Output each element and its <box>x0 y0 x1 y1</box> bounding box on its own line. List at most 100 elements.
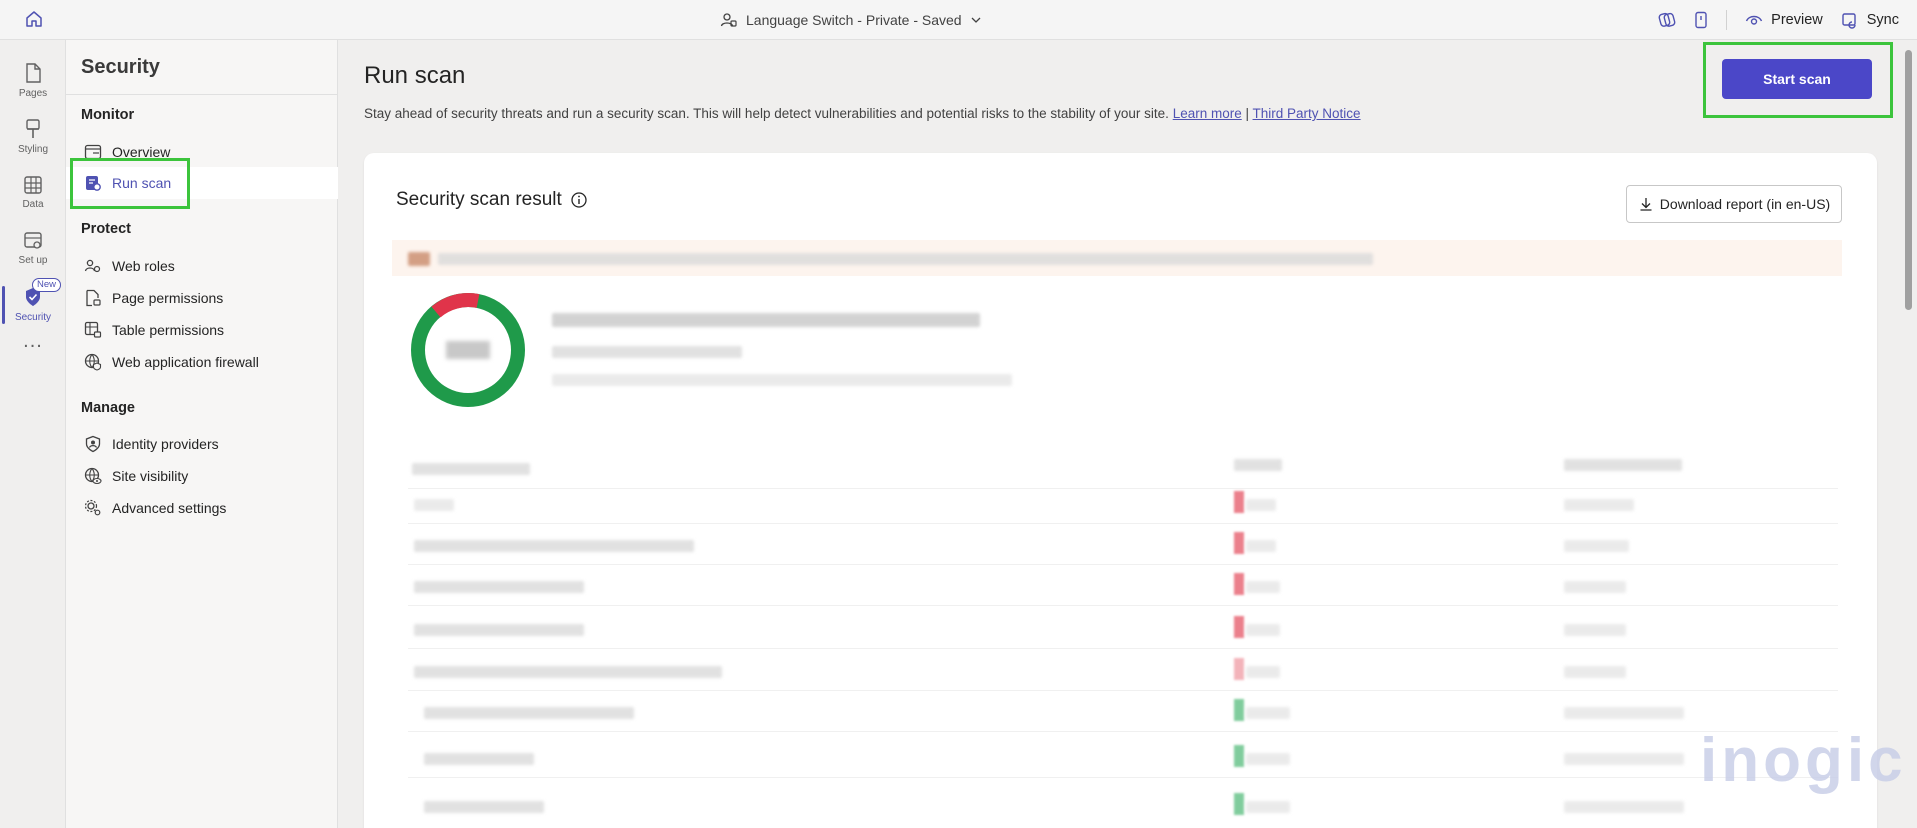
nav-label: Overview <box>112 144 171 160</box>
left-rail: Pages Styling Data Set up New Security .… <box>0 40 66 828</box>
page-icon <box>23 62 43 84</box>
nav-web-application-firewall[interactable]: Web application firewall <box>66 346 338 378</box>
card-title: Security scan result <box>396 189 588 211</box>
rail-label: Pages <box>18 87 48 99</box>
users-icon <box>720 11 738 29</box>
people-icon <box>84 257 102 275</box>
table-divider <box>408 605 1838 606</box>
banner-text-blur <box>438 253 1373 265</box>
panel-divider <box>66 94 338 95</box>
download-icon <box>1638 196 1654 212</box>
site-title-dropdown[interactable]: Language Switch - Private - Saved <box>720 0 982 40</box>
group-protect: Protect <box>81 221 131 237</box>
table-divider <box>408 648 1838 649</box>
page-lock-icon <box>84 289 102 307</box>
nav-label: Web application firewall <box>112 354 259 370</box>
scrollbar[interactable] <box>1905 50 1912 310</box>
nav-label: Advanced settings <box>112 500 227 516</box>
nav-label: Page permissions <box>112 290 224 306</box>
new-badge: New <box>32 278 62 292</box>
col-header-blur <box>1564 459 1682 471</box>
table-divider <box>408 523 1838 524</box>
sync-button[interactable]: Sync <box>1841 11 1899 29</box>
preview-button[interactable]: Preview <box>1745 11 1823 29</box>
rail-label: Security <box>14 311 52 323</box>
setup-icon <box>23 231 43 251</box>
brush-icon <box>23 118 43 140</box>
globe-eye-icon <box>84 467 102 485</box>
sync-icon <box>1841 11 1859 29</box>
security-panel: Security Monitor Overview Run scan Prote… <box>66 40 338 828</box>
chevron-down-icon <box>970 14 982 26</box>
scan-icon <box>84 174 102 192</box>
score-heading-blur <box>552 313 980 327</box>
table-divider <box>408 777 1838 778</box>
top-actions: Preview Sync <box>1658 0 1899 40</box>
third-party-notice-link[interactable]: Third Party Notice <box>1253 106 1361 121</box>
score-detail-blur <box>552 374 1012 386</box>
watermark-logo: inogic <box>1700 726 1907 795</box>
nav-label: Identity providers <box>112 436 219 452</box>
rail-item-security[interactable]: New Security <box>0 276 66 332</box>
overview-icon <box>84 143 102 161</box>
nav-overview[interactable]: Overview <box>66 136 338 168</box>
col-header-blur <box>412 463 530 475</box>
score-subheading-blur <box>552 346 742 358</box>
download-label: Download report (in en-US) <box>1659 196 1831 212</box>
download-report-button[interactable]: Download report (in en-US) <box>1626 185 1842 223</box>
nav-table-permissions[interactable]: Table permissions <box>66 314 338 346</box>
nav-label: Web roles <box>112 258 175 274</box>
nav-label: Run scan <box>112 175 172 191</box>
rail-item-styling[interactable]: Styling <box>0 108 66 164</box>
description-text: Stay ahead of security threats and run a… <box>364 106 1169 121</box>
preview-label: Preview <box>1771 12 1823 28</box>
site-title: Language Switch - Private - Saved <box>746 12 962 28</box>
main-content: Run scan Stay ahead of security threats … <box>339 40 1917 828</box>
page-description: Stay ahead of security threats and run a… <box>364 106 1361 121</box>
group-manage: Manage <box>81 400 135 416</box>
score-ring <box>411 293 525 407</box>
panel-title: Security <box>81 56 160 78</box>
table-icon <box>23 175 43 195</box>
nav-page-permissions[interactable]: Page permissions <box>66 282 338 314</box>
more-icon[interactable]: ... <box>0 330 66 353</box>
scan-summary-banner <box>392 240 1842 276</box>
card-title-text: Security scan result <box>396 189 562 210</box>
rail-label: Data <box>22 198 44 210</box>
nav-identity-providers[interactable]: Identity providers <box>66 428 338 460</box>
page-title: Run scan <box>364 62 466 89</box>
table-lock-icon <box>84 321 102 339</box>
table-divider <box>408 690 1838 691</box>
nav-site-visibility[interactable]: Site visibility <box>66 460 338 492</box>
copilot-icon[interactable] <box>1658 11 1676 29</box>
table-divider <box>408 731 1838 732</box>
gear-icon <box>84 499 102 517</box>
device-icon[interactable] <box>1694 11 1708 29</box>
rail-label: Set up <box>18 254 48 266</box>
link-separator: | <box>1245 106 1250 121</box>
rail-item-pages[interactable]: Pages <box>0 52 66 108</box>
nav-run-scan[interactable]: Run scan <box>66 167 338 199</box>
nav-label: Site visibility <box>112 468 189 484</box>
learn-more-link[interactable]: Learn more <box>1173 106 1242 121</box>
start-scan-button[interactable]: Start scan <box>1722 59 1872 99</box>
table-divider <box>408 564 1838 565</box>
group-monitor: Monitor <box>81 107 135 123</box>
scan-result-card: Security scan result Download report (in… <box>364 153 1877 828</box>
banner-icon-blur <box>408 252 430 266</box>
globe-shield-icon <box>84 353 102 371</box>
eye-icon <box>1745 11 1763 29</box>
top-bar: Language Switch - Private - Saved Previe… <box>0 0 1917 40</box>
rail-label: Styling <box>17 143 48 155</box>
info-icon[interactable] <box>570 191 588 209</box>
nav-web-roles[interactable]: Web roles <box>66 250 338 282</box>
col-header-blur <box>1234 459 1282 471</box>
table-divider <box>408 488 1838 489</box>
sync-label: Sync <box>1866 12 1899 28</box>
rail-item-setup[interactable]: Set up <box>0 220 66 276</box>
rail-item-data[interactable]: Data <box>0 164 66 220</box>
nav-advanced-settings[interactable]: Advanced settings <box>66 492 338 524</box>
person-shield-icon <box>84 435 102 453</box>
nav-label: Table permissions <box>112 322 225 338</box>
home-icon[interactable] <box>24 9 44 29</box>
